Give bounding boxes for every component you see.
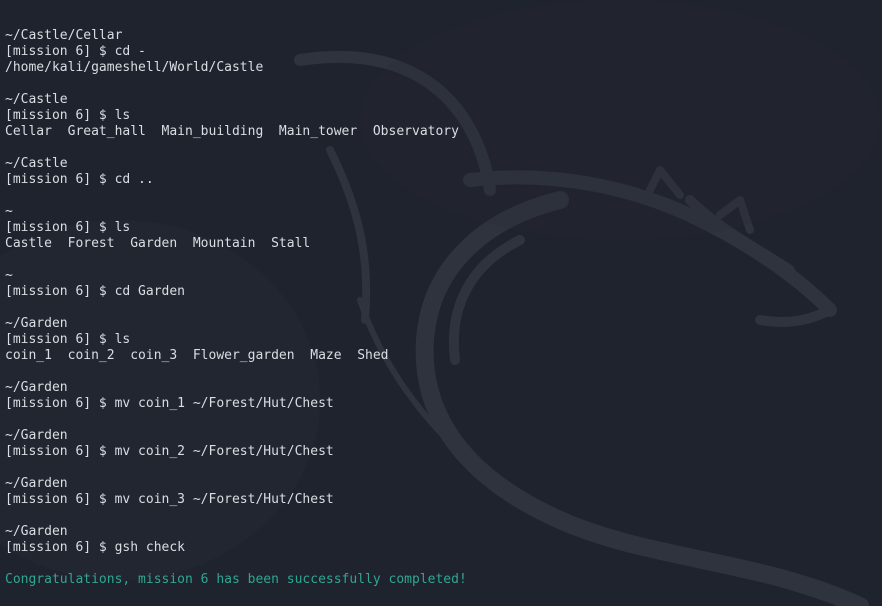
terminal-line-path: ~/Garden (5, 428, 68, 443)
terminal-line-prompt: [mission 6] $ cd .. (5, 172, 154, 187)
terminal-line-prompt: [mission 6] $ cd Garden (5, 284, 186, 299)
terminal-line-prompt: [mission 6] $ mv coin_1 ~/Forest/Hut/Che… (5, 396, 334, 411)
terminal-line-prompt: [mission 6] $ mv coin_3 ~/Forest/Hut/Che… (5, 492, 334, 507)
terminal-line-prompt: [mission 6] $ mv coin_2 ~/Forest/Hut/Che… (5, 444, 334, 459)
terminal-line-prompt: [mission 6] $ ls (5, 220, 131, 235)
terminal-line-path: ~/Castle (5, 92, 68, 107)
terminal-line-path: ~/Garden (5, 476, 68, 491)
terminal-line-path: ~ (5, 204, 13, 219)
terminal-line-path: ~ (5, 268, 13, 283)
terminal-line-path: ~/Castle/Cellar (5, 28, 123, 43)
terminal-line-path: ~/Castle (5, 156, 68, 171)
terminal-line-success: Congratulations, mission 6 has been succ… (5, 572, 467, 587)
terminal-line-prompt: [mission 6] $ ls (5, 108, 131, 123)
terminal-line-output: coin_1 coin_2 coin_3 Flower_garden Maze … (5, 348, 389, 363)
terminal-output[interactable]: ~/Castle/Cellar [mission 6] $ cd -/home/k… (5, 28, 882, 588)
terminal-line-prompt: [mission 6] $ cd - (5, 44, 146, 59)
terminal-line-prompt: [mission 6] $ ls (5, 332, 131, 347)
terminal-line-path: ~/Garden (5, 316, 68, 331)
terminal-line-path: ~/Garden (5, 524, 68, 539)
terminal-line-prompt: [mission 6] $ gsh check (5, 540, 186, 555)
terminal-line-output: Cellar Great_hall Main_building Main_tow… (5, 124, 459, 139)
terminal-line-output: Castle Forest Garden Mountain Stall (5, 236, 311, 251)
terminal-line-path: ~/Garden (5, 380, 68, 395)
terminal-line-output: /home/kali/gameshell/World/Castle (5, 60, 264, 75)
